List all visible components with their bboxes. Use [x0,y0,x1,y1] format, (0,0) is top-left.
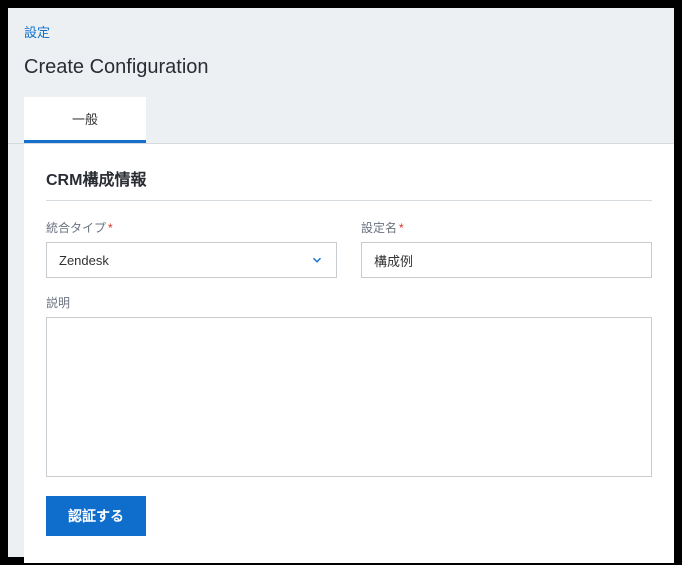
tab-general[interactable]: 一般 [24,97,146,143]
tab-content: CRM構成情報 統合タイプ* Zendesk 設定名* [24,144,674,563]
integration-type-label: 統合タイプ* [46,219,337,236]
breadcrumb-settings-link[interactable]: 設定 [24,25,50,40]
description-label: 説明 [46,294,652,311]
config-name-label: 設定名* [361,219,652,236]
integration-type-value: Zendesk [59,253,310,268]
chevron-down-icon [310,253,324,267]
description-textarea[interactable] [46,317,652,477]
page-title: Create Configuration [8,48,674,97]
config-panel: 設定 Create Configuration 一般 CRM構成情報 統合タイプ… [8,8,674,557]
integration-type-select[interactable]: Zendesk [46,242,337,278]
authenticate-button[interactable]: 認証する [46,496,146,536]
breadcrumb: 設定 [8,8,674,48]
section-title: CRM構成情報 [46,166,652,201]
tab-bar: 一般 [8,97,674,144]
config-name-input[interactable] [361,242,652,278]
